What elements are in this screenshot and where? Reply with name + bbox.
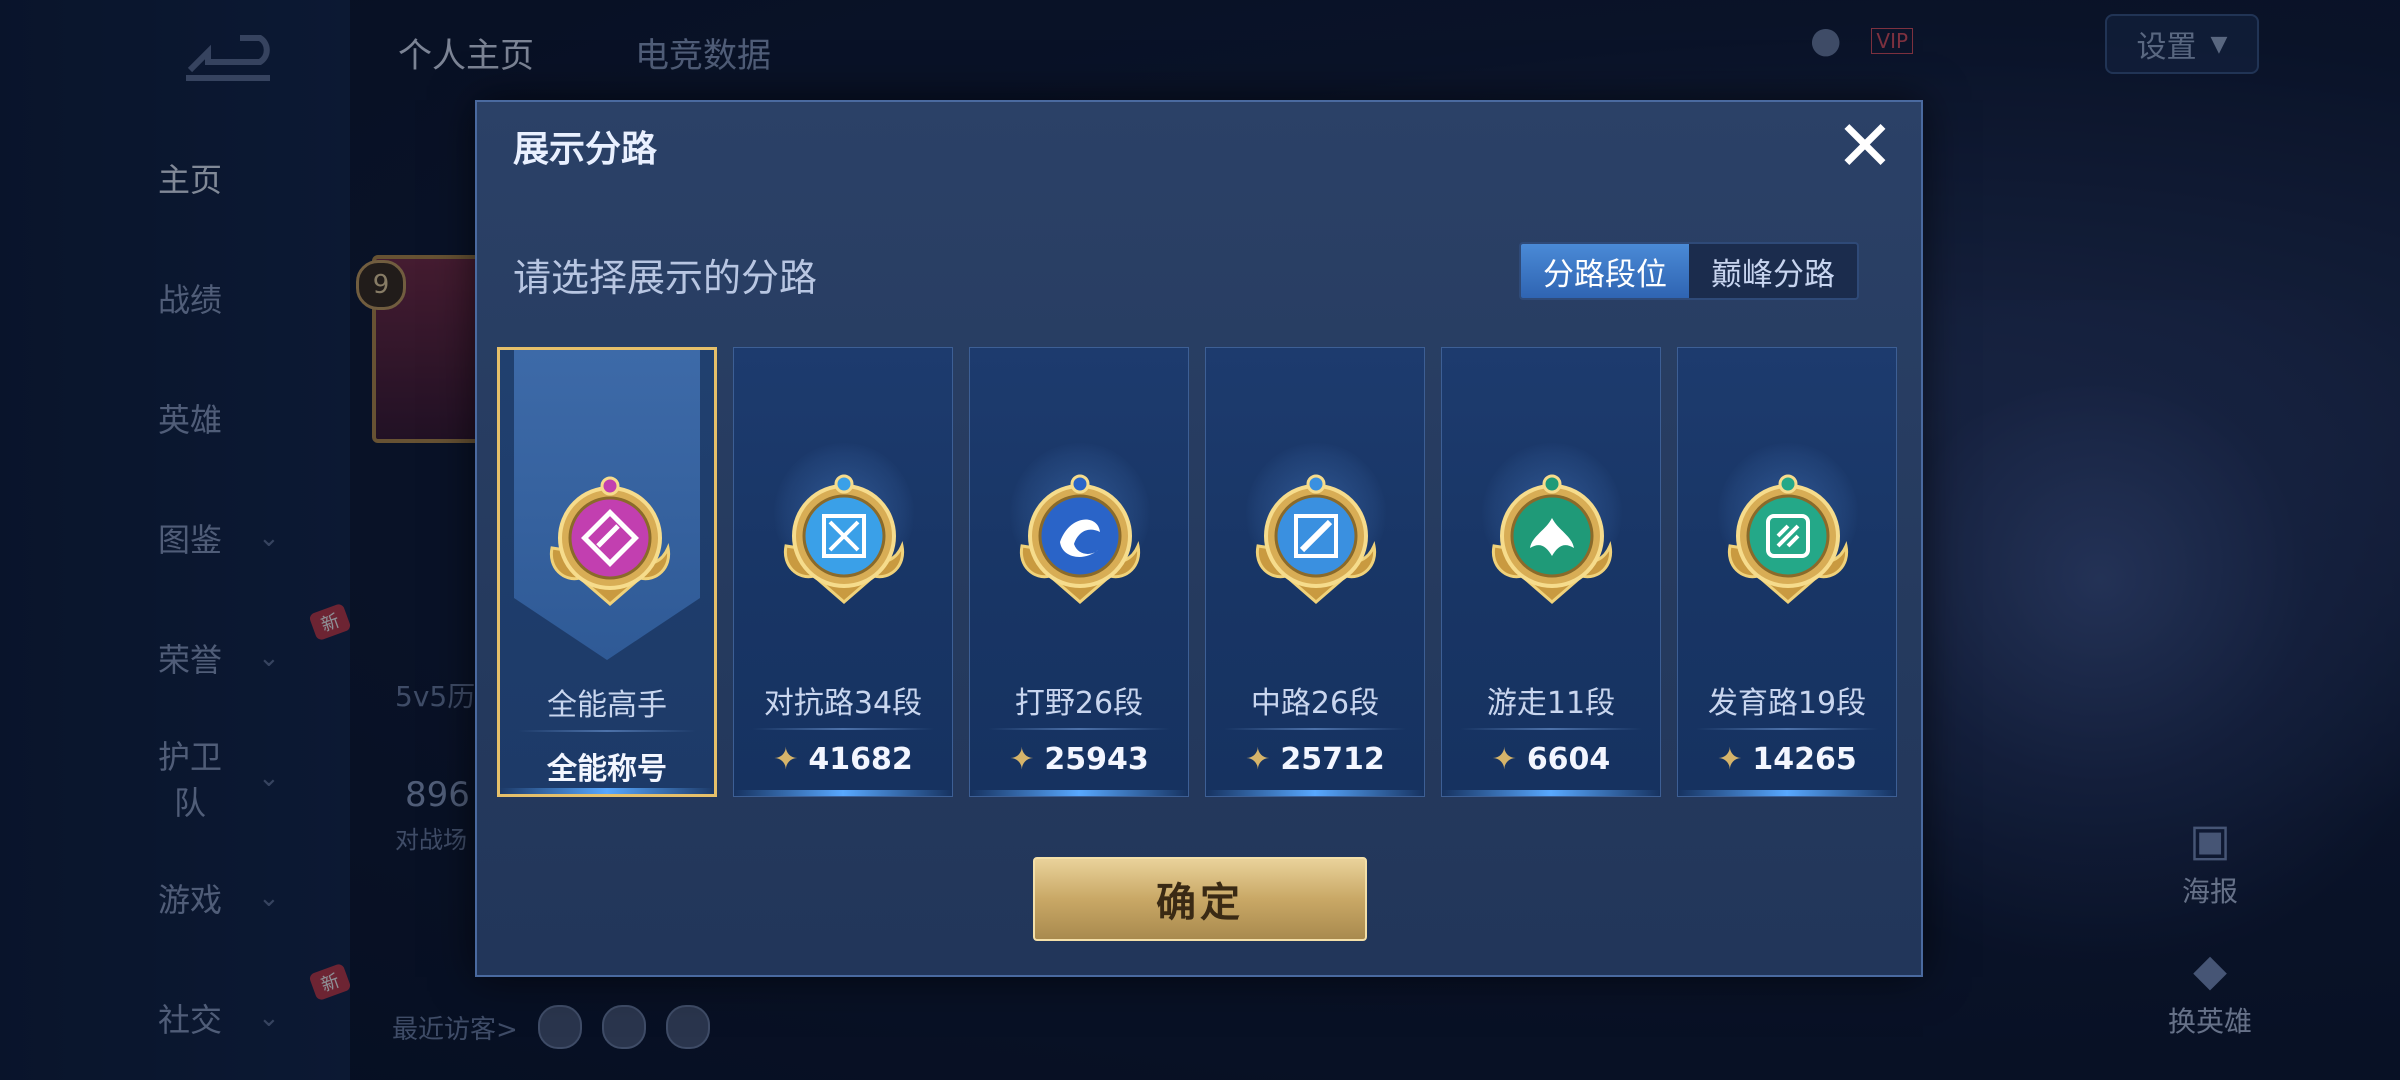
lane-score: ✦ 14265 xyxy=(1678,742,1896,777)
all-round-emblem-icon xyxy=(545,468,675,608)
lane-points-icon: ✦ xyxy=(1245,742,1271,777)
lane-score-value: 14265 xyxy=(1752,742,1857,777)
jungle-emblem-icon xyxy=(1015,466,1145,606)
close-icon: ✕ xyxy=(1835,105,1895,187)
lane-card[interactable]: 游走11段 ✦ 6604 xyxy=(1441,347,1661,797)
lane-name: 全能高手 xyxy=(547,688,667,723)
confirm-button[interactable]: 确定 xyxy=(1033,857,1367,941)
close-button[interactable]: ✕ xyxy=(1833,105,1897,187)
lane-name: 对抗路34段 xyxy=(763,686,923,721)
lane-points-icon: ✦ xyxy=(1009,742,1035,777)
lane-points-icon: ✦ xyxy=(773,742,799,777)
lane-name: 发育路19段 xyxy=(1707,686,1867,721)
lane-points-icon: ✦ xyxy=(1491,742,1517,777)
lane-card[interactable]: 对抗路34段 ✦ 41682 xyxy=(733,347,953,797)
lane-score: ✦ 25943 xyxy=(970,742,1188,777)
lane-score-value: 25943 xyxy=(1044,742,1149,777)
roam-emblem-icon xyxy=(1487,466,1617,606)
lane-score-value: 25712 xyxy=(1280,742,1385,777)
dialog-title: 展示分路 xyxy=(513,129,658,170)
toggle-peak-lane[interactable]: 巅峰分路 xyxy=(1689,244,1857,298)
card-divider xyxy=(988,728,1170,730)
lane-display-dialog: 展示分路 ✕ 请选择展示的分路 分路段位 巅峰分路 全能高手 全能称号 对抗路34段… xyxy=(475,100,1923,977)
lane-card[interactable]: 全能高手 全能称号 xyxy=(497,347,717,797)
lane-card[interactable]: 打野26段 ✦ 25943 xyxy=(969,347,1189,797)
lane-card[interactable]: 中路26段 ✦ 25712 xyxy=(1205,347,1425,797)
lane-score: 全能称号 xyxy=(500,744,714,788)
farm-lane-emblem-icon xyxy=(1723,466,1853,606)
lane-score-value: 6604 xyxy=(1526,742,1611,777)
lane-score: ✦ 41682 xyxy=(734,742,952,777)
lane-score-value: 41682 xyxy=(808,742,913,777)
mid-lane-emblem-icon xyxy=(1251,466,1381,606)
lane-points-icon: ✦ xyxy=(1717,742,1743,777)
card-divider xyxy=(1696,728,1878,730)
lane-type-toggle: 分路段位 巅峰分路 xyxy=(1519,242,1859,300)
lane-name: 打野26段 xyxy=(1014,686,1144,721)
lane-score: ✦ 25712 xyxy=(1206,742,1424,777)
lane-score-value: 全能称号 xyxy=(547,752,667,787)
lane-name: 游走11段 xyxy=(1486,686,1616,721)
lane-card[interactable]: 发育路19段 ✦ 14265 xyxy=(1677,347,1897,797)
lane-name: 中路26段 xyxy=(1250,686,1380,721)
lane-score: ✦ 6604 xyxy=(1442,742,1660,777)
lane-card-list: 全能高手 全能称号 对抗路34段 ✦ 41682 打野26段 ✦ 25943 中路26段 ✦ 257… xyxy=(497,347,1897,797)
card-divider xyxy=(1224,728,1406,730)
dialog-subtitle: 请选择展示的分路 xyxy=(513,256,818,300)
card-divider xyxy=(752,728,934,730)
card-divider xyxy=(1460,728,1642,730)
card-divider xyxy=(518,730,696,732)
toggle-lane-rank[interactable]: 分路段位 xyxy=(1521,244,1689,298)
clash-lane-emblem-icon xyxy=(779,466,909,606)
